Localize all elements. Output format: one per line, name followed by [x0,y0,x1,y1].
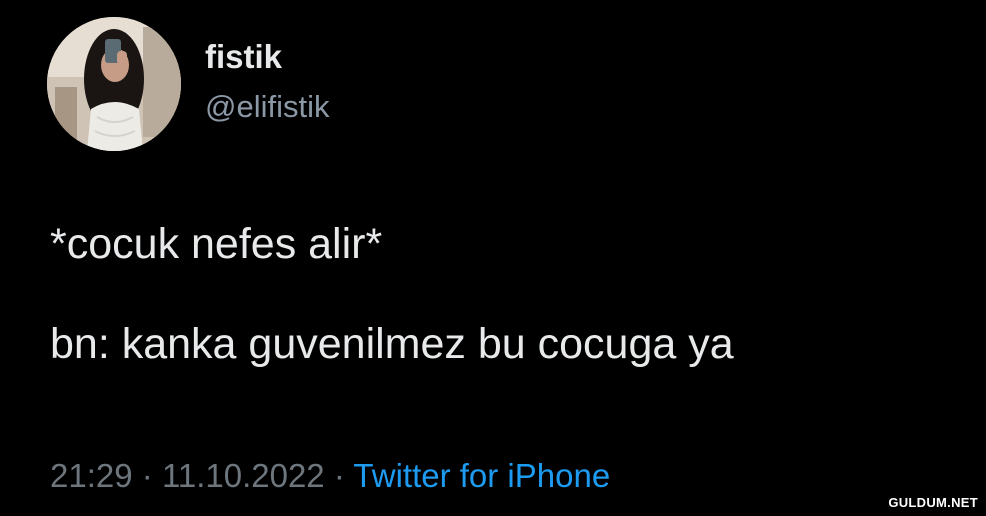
tweet-meta: 21:29 · 11.10.2022 · Twitter for iPhone [50,459,610,492]
tweet-time[interactable]: 21:29 [50,457,133,494]
display-name[interactable]: fistik [205,40,282,73]
tweet-text-line: *cocuk nefes alir* [50,220,383,268]
user-handle[interactable]: @elifistik [205,91,329,122]
avatar[interactable] [47,17,181,151]
avatar-image [47,17,181,151]
meta-separator: · [141,457,153,494]
meta-separator: · [333,457,345,494]
tweet-source-link[interactable]: Twitter for iPhone [353,457,610,494]
tweet-date[interactable]: 11.10.2022 [162,457,325,494]
watermark: GULDUM.NET [888,495,978,510]
tweet-text-line: bn: kanka guvenilmez bu cocuga ya [50,320,734,368]
